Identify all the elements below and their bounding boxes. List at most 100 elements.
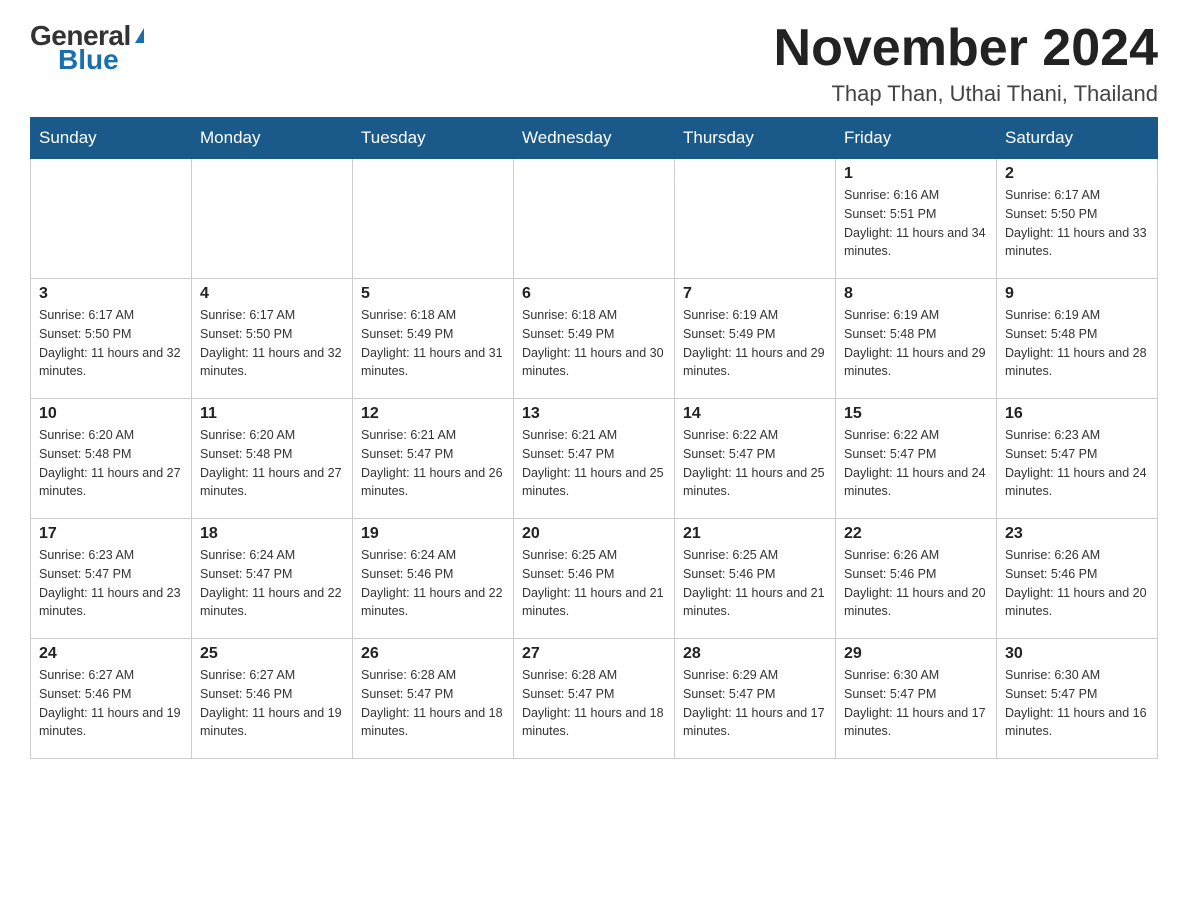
week-row-3: 10Sunrise: 6:20 AMSunset: 5:48 PMDayligh… [31,399,1158,519]
day-sun-info: Sunrise: 6:23 AMSunset: 5:47 PMDaylight:… [39,546,183,621]
calendar-cell: 23 Sunrise: 6:26 AMSunset: 5:46 PMDayligh… [997,519,1158,639]
day-number: 20 [522,525,666,543]
calendar-cell: 27 Sunrise: 6:28 AMSunset: 5:47 PMDayligh… [514,639,675,759]
day-number: 28 [683,645,827,663]
day-sun-info: Sunrise: 6:26 AMSunset: 5:46 PMDaylight:… [1005,546,1149,621]
calendar-cell: 24 Sunrise: 6:27 AMSunset: 5:46 PMDayligh… [31,639,192,759]
day-number: 30 [1005,645,1149,663]
calendar-cell: 25 Sunrise: 6:27 AMSunset: 5:46 PMDayligh… [192,639,353,759]
week-row-2: 3 Sunrise: 6:17 AMSunset: 5:50 PMDaylight… [31,279,1158,399]
day-number: 4 [200,285,344,303]
day-number: 13 [522,405,666,423]
day-number: 23 [1005,525,1149,543]
location-subtitle: Thap Than, Uthai Thani, Thailand [774,81,1158,107]
calendar-cell: 4Sunrise: 6:17 AMSunset: 5:50 PMDaylight… [192,279,353,399]
day-number: 27 [522,645,666,663]
day-number: 26 [361,645,505,663]
calendar-cell: 13 Sunrise: 6:21 AMSunset: 5:47 PMDayligh… [514,399,675,519]
day-sun-info: Sunrise: 6:18 AMSunset: 5:49 PMDaylight:… [522,306,666,381]
calendar-body: 1 Sunrise: 6:16 AMSunset: 5:51 PMDaylight… [31,159,1158,759]
day-sun-info: Sunrise: 6:24 AMSunset: 5:46 PMDaylight:… [361,546,505,621]
calendar-cell: 18Sunrise: 6:24 AMSunset: 5:47 PMDayligh… [192,519,353,639]
calendar-cell: 7 Sunrise: 6:19 AMSunset: 5:49 PMDaylight… [675,279,836,399]
month-year-title: November 2024 [774,20,1158,77]
day-sun-info: Sunrise: 6:27 AMSunset: 5:46 PMDaylight:… [200,666,344,741]
week-row-5: 24 Sunrise: 6:27 AMSunset: 5:46 PMDayligh… [31,639,1158,759]
day-sun-info: Sunrise: 6:22 AMSunset: 5:47 PMDaylight:… [683,426,827,501]
day-number: 29 [844,645,988,663]
day-sun-info: Sunrise: 6:19 AMSunset: 5:49 PMDaylight:… [683,306,827,381]
day-sun-info: Sunrise: 6:16 AMSunset: 5:51 PMDaylight:… [844,186,988,261]
day-sun-info: Sunrise: 6:28 AMSunset: 5:47 PMDaylight:… [522,666,666,741]
day-sun-info: Sunrise: 6:21 AMSunset: 5:47 PMDaylight:… [361,426,505,501]
calendar-cell: 17Sunrise: 6:23 AMSunset: 5:47 PMDayligh… [31,519,192,639]
header-thursday: Thursday [675,118,836,159]
header-saturday: Saturday [997,118,1158,159]
day-sun-info: Sunrise: 6:20 AMSunset: 5:48 PMDaylight:… [200,426,344,501]
day-sun-info: Sunrise: 6:17 AMSunset: 5:50 PMDaylight:… [39,306,183,381]
day-number: 11 [200,405,344,423]
day-sun-info: Sunrise: 6:19 AMSunset: 5:48 PMDaylight:… [844,306,988,381]
calendar-cell: 8 Sunrise: 6:19 AMSunset: 5:48 PMDaylight… [836,279,997,399]
day-sun-info: Sunrise: 6:25 AMSunset: 5:46 PMDaylight:… [683,546,827,621]
calendar-cell: 6Sunrise: 6:18 AMSunset: 5:49 PMDaylight… [514,279,675,399]
day-sun-info: Sunrise: 6:27 AMSunset: 5:46 PMDaylight:… [39,666,183,741]
calendar-cell: 12Sunrise: 6:21 AMSunset: 5:47 PMDayligh… [353,399,514,519]
logo: General Blue [30,20,144,76]
week-row-1: 1 Sunrise: 6:16 AMSunset: 5:51 PMDaylight… [31,159,1158,279]
calendar-cell [353,159,514,279]
day-number: 9 [1005,285,1149,303]
calendar-cell: 9 Sunrise: 6:19 AMSunset: 5:48 PMDaylight… [997,279,1158,399]
calendar-cell: 20 Sunrise: 6:25 AMSunset: 5:46 PMDayligh… [514,519,675,639]
calendar-cell: 30Sunrise: 6:30 AMSunset: 5:47 PMDayligh… [997,639,1158,759]
day-number: 21 [683,525,827,543]
logo-blue-text: Blue [30,44,119,76]
calendar-cell: 21 Sunrise: 6:25 AMSunset: 5:46 PMDayligh… [675,519,836,639]
day-sun-info: Sunrise: 6:19 AMSunset: 5:48 PMDaylight:… [1005,306,1149,381]
day-sun-info: Sunrise: 6:29 AMSunset: 5:47 PMDaylight:… [683,666,827,741]
day-sun-info: Sunrise: 6:30 AMSunset: 5:47 PMDaylight:… [844,666,988,741]
week-row-4: 17Sunrise: 6:23 AMSunset: 5:47 PMDayligh… [31,519,1158,639]
day-sun-info: Sunrise: 6:22 AMSunset: 5:47 PMDaylight:… [844,426,988,501]
calendar-cell [31,159,192,279]
calendar-cell: 29 Sunrise: 6:30 AMSunset: 5:47 PMDayligh… [836,639,997,759]
calendar-cell: 3 Sunrise: 6:17 AMSunset: 5:50 PMDaylight… [31,279,192,399]
calendar-header: SundayMondayTuesdayWednesdayThursdayFrid… [31,118,1158,159]
logo-triangle-icon [135,28,144,43]
calendar-cell [514,159,675,279]
day-number: 15 [844,405,988,423]
day-sun-info: Sunrise: 6:28 AMSunset: 5:47 PMDaylight:… [361,666,505,741]
day-number: 7 [683,285,827,303]
calendar-table: SundayMondayTuesdayWednesdayThursdayFrid… [30,117,1158,759]
calendar-cell: 22Sunrise: 6:26 AMSunset: 5:46 PMDayligh… [836,519,997,639]
header-friday: Friday [836,118,997,159]
calendar-cell: 26 Sunrise: 6:28 AMSunset: 5:47 PMDayligh… [353,639,514,759]
day-sun-info: Sunrise: 6:17 AMSunset: 5:50 PMDaylight:… [1005,186,1149,261]
calendar-cell: 1 Sunrise: 6:16 AMSunset: 5:51 PMDaylight… [836,159,997,279]
calendar-cell: 11 Sunrise: 6:20 AMSunset: 5:48 PMDayligh… [192,399,353,519]
calendar-cell: 19Sunrise: 6:24 AMSunset: 5:46 PMDayligh… [353,519,514,639]
day-number: 25 [200,645,344,663]
header-sunday: Sunday [31,118,192,159]
header-wednesday: Wednesday [514,118,675,159]
day-sun-info: Sunrise: 6:24 AMSunset: 5:47 PMDaylight:… [200,546,344,621]
calendar-cell [675,159,836,279]
header-monday: Monday [192,118,353,159]
day-number: 8 [844,285,988,303]
title-block: November 2024 Thap Than, Uthai Thani, Th… [774,20,1158,107]
day-sun-info: Sunrise: 6:21 AMSunset: 5:47 PMDaylight:… [522,426,666,501]
header-tuesday: Tuesday [353,118,514,159]
day-number: 14 [683,405,827,423]
day-sun-info: Sunrise: 6:20 AMSunset: 5:48 PMDaylight:… [39,426,183,501]
day-number: 24 [39,645,183,663]
day-sun-info: Sunrise: 6:25 AMSunset: 5:46 PMDaylight:… [522,546,666,621]
page-header: General Blue November 2024 Thap Than, Ut… [30,20,1158,107]
days-of-week-row: SundayMondayTuesdayWednesdayThursdayFrid… [31,118,1158,159]
day-sun-info: Sunrise: 6:23 AMSunset: 5:47 PMDaylight:… [1005,426,1149,501]
day-number: 16 [1005,405,1149,423]
day-number: 3 [39,285,183,303]
calendar-cell: 28 Sunrise: 6:29 AMSunset: 5:47 PMDayligh… [675,639,836,759]
day-number: 1 [844,165,988,183]
day-sun-info: Sunrise: 6:26 AMSunset: 5:46 PMDaylight:… [844,546,988,621]
calendar-cell: 5Sunrise: 6:18 AMSunset: 5:49 PMDaylight… [353,279,514,399]
